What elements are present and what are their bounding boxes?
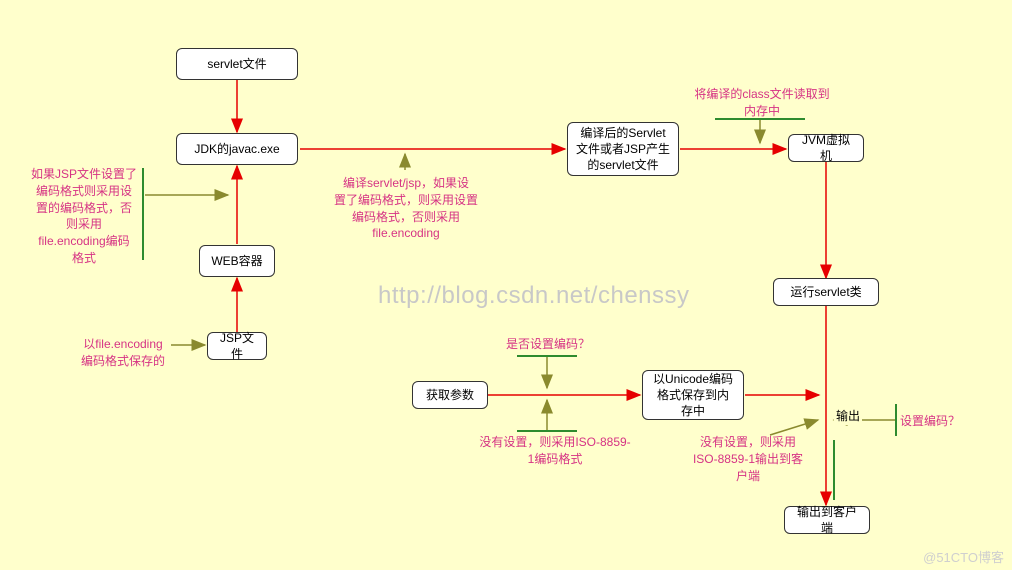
diagram-canvas: servlet文件 JDK的javac.exe WEB容器 JSP文件 编译后的…	[0, 0, 1012, 570]
node-servlet-file: servlet文件	[176, 48, 298, 80]
bracket-bar	[895, 404, 897, 436]
label-output: 输出	[834, 408, 862, 425]
bracket-bar	[517, 355, 577, 357]
annot-set-encode-question: 设置编码？	[900, 413, 970, 430]
annot-save-encoding: 以file.encoding 编码格式保存的	[72, 336, 174, 370]
bracket-bar	[833, 440, 835, 500]
node-compiled-servlet: 编译后的Servlet 文件或者JSP产生 的servlet文件	[567, 122, 679, 176]
node-web-container: WEB容器	[199, 245, 275, 277]
node-output-client: 输出到客户端	[784, 506, 870, 534]
node-unicode-mem: 以Unicode编码 格式保存到内 存中	[642, 370, 744, 420]
annot-no-set-iso: 没有设置，则采用ISO-8859- 1编码格式	[466, 434, 644, 468]
footer-watermark: @51CTO博客	[923, 547, 1004, 566]
node-jvm: JVM虚拟机	[788, 134, 864, 162]
node-get-param: 获取参数	[412, 381, 488, 409]
node-jdk-javac: JDK的javac.exe	[176, 133, 298, 165]
bracket-bar	[517, 430, 577, 432]
annot-no-set-output: 没有设置，则采用 ISO-8859-1输出到客 户端	[682, 434, 814, 484]
annot-compile-encoding: 编译servlet/jsp，如果设 置了编码格式，则采用设置 编码格式，否则采用…	[320, 175, 492, 242]
watermark-url: http://blog.csdn.net/chenssy	[378, 282, 690, 310]
annot-read-class: 将编译的class文件读取到 内存中	[678, 86, 846, 120]
node-run-servlet: 运行servlet类	[773, 278, 879, 306]
annot-jsp-encoding: 如果JSP文件设置了 编码格式则采用设 置的编码格式，否 则采用 file.en…	[24, 166, 144, 267]
annot-encode-question: 是否设置编码？	[498, 336, 598, 353]
node-jsp-file: JSP文件	[207, 332, 267, 360]
